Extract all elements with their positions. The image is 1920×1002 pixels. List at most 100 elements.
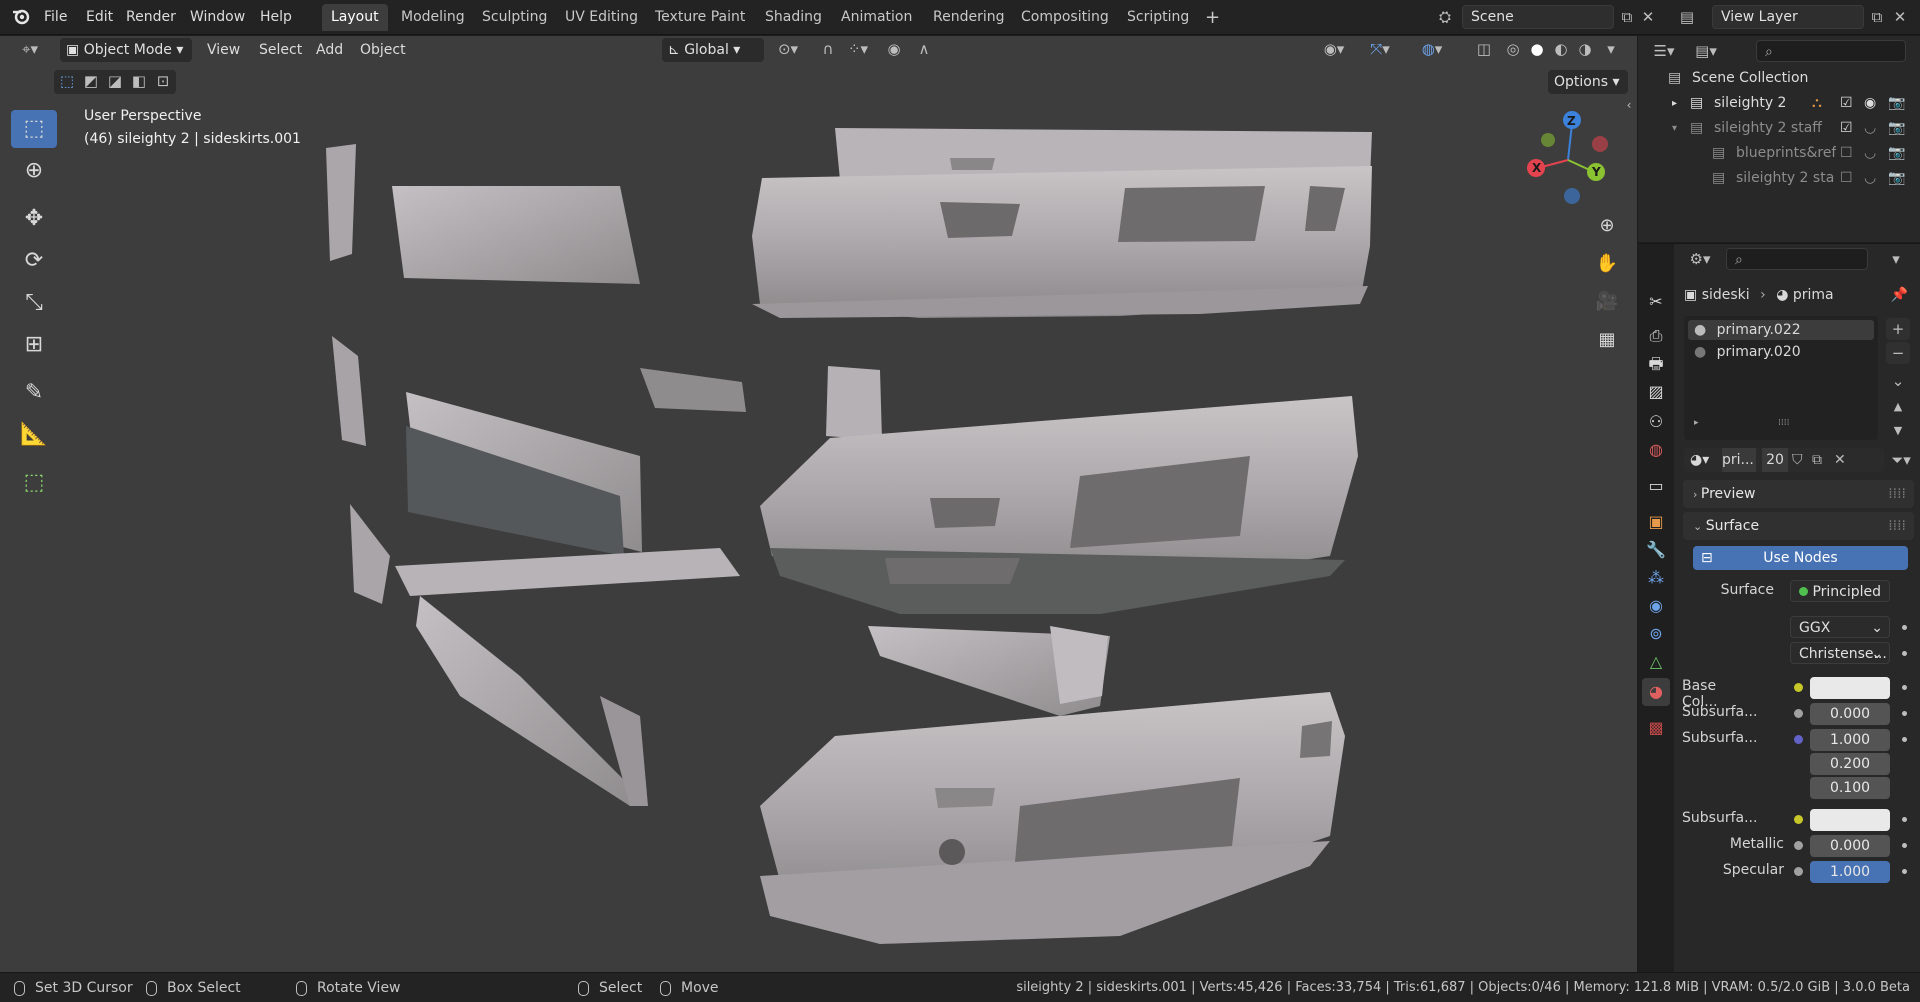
delete-view-layer-icon[interactable]: ✕: [1890, 6, 1910, 28]
outliner-row-scene-collection[interactable]: ▤ Scene Collection: [1638, 66, 1920, 91]
pin-icon[interactable]: 📌: [1891, 284, 1908, 306]
menu-object[interactable]: Object: [353, 39, 413, 61]
scene-icon[interactable]: ⚇: [1642, 408, 1670, 436]
tab-scripting[interactable]: Scripting: [1118, 4, 1198, 31]
expand-arrow-icon[interactable]: ▾: [1672, 116, 1677, 141]
menu-help[interactable]: Help: [252, 6, 300, 29]
tab-compositing[interactable]: Compositing: [1012, 4, 1118, 31]
visibility-icon[interactable]: ◉▾: [1316, 38, 1352, 60]
snap-icon[interactable]: ∩: [816, 38, 840, 60]
falloff-icon[interactable]: ∧: [910, 38, 938, 60]
subsurface-radius-z[interactable]: 0.100: [1810, 777, 1890, 799]
3d-viewport[interactable]: ⌖▾ ▣ Object Mode ▾ View Select Add Objec…: [0, 36, 1637, 972]
surface-panel-header[interactable]: ⌄ Surface ⁞⁞⁞⁞: [1683, 512, 1914, 540]
subsurface-value[interactable]: 0.000: [1810, 703, 1890, 725]
menu-edit[interactable]: Edit: [78, 6, 121, 29]
keyframe-dot-icon[interactable]: [1902, 737, 1907, 742]
collection-tab-icon[interactable]: ▭: [1642, 472, 1670, 500]
new-scene-icon[interactable]: ⧉: [1616, 6, 1638, 28]
tab-shading[interactable]: Shading: [756, 4, 831, 31]
world-icon[interactable]: ◍: [1642, 436, 1670, 464]
object-icon[interactable]: ▣: [1642, 508, 1670, 536]
material-slot-item[interactable]: ● primary.020: [1688, 342, 1874, 362]
pivot-point-icon[interactable]: ⊙▾: [770, 38, 806, 60]
front-bumper-middle[interactable]: [760, 366, 1358, 614]
tab-texture-paint[interactable]: Texture Paint: [646, 4, 754, 31]
preview-panel-header[interactable]: › Preview ⁞⁞⁞⁞: [1683, 480, 1914, 508]
outliner-search-input[interactable]: ⌕: [1756, 40, 1906, 62]
keyframe-dot-icon[interactable]: [1902, 685, 1907, 690]
front-bumper-top[interactable]: [752, 128, 1372, 318]
blender-logo-icon[interactable]: [8, 6, 34, 32]
rendered-shading-icon[interactable]: ◑: [1574, 38, 1596, 60]
zoom-icon[interactable]: ⊕: [1591, 210, 1623, 242]
proportional-edit-icon[interactable]: ◉: [882, 38, 906, 60]
camera-view-icon[interactable]: 🎥: [1591, 286, 1623, 318]
keyframe-dot-icon[interactable]: [1902, 651, 1907, 656]
add-workspace-button[interactable]: +: [1196, 4, 1229, 31]
delete-scene-icon[interactable]: ✕: [1638, 6, 1658, 28]
tab-uv-editing[interactable]: UV Editing: [556, 4, 647, 31]
physics-icon[interactable]: ◉: [1642, 592, 1670, 620]
material-slot-item[interactable]: ● primary.022: [1688, 320, 1874, 340]
exclude-checkbox[interactable]: ☑: [1840, 91, 1853, 116]
resize-grip-icon[interactable]: ⁞⁞⁞⁞: [1778, 418, 1789, 428]
gizmo-toggle-icon[interactable]: ⤧▾: [1360, 38, 1400, 60]
invert-selection-icon[interactable]: ◧: [128, 70, 150, 92]
tool-settings-icon[interactable]: ✂: [1642, 288, 1670, 316]
exclude-checkbox[interactable]: ☐: [1840, 141, 1853, 166]
scene-field[interactable]: Scene: [1462, 5, 1614, 29]
pan-hand-icon[interactable]: ✋: [1591, 248, 1623, 280]
scale-tool[interactable]: ⤡: [11, 284, 57, 322]
modifier-wrench-icon[interactable]: 🔧: [1642, 536, 1670, 564]
unlink-x-icon[interactable]: ✕: [1834, 448, 1846, 472]
menu-add[interactable]: Add: [309, 39, 350, 61]
outliner-row-sileighty-2[interactable]: ▸ ▤ sileighty 2 ⛬ ☑ ◉ 📷: [1638, 91, 1920, 116]
move-down-icon[interactable]: ▼: [1886, 420, 1910, 442]
tab-rendering[interactable]: Rendering: [924, 4, 1014, 31]
material-shading-icon[interactable]: ◐: [1550, 38, 1572, 60]
editor-type-icon[interactable]: ⌖▾: [12, 38, 48, 60]
properties-options-icon[interactable]: ▾: [1884, 248, 1908, 270]
view-layer-icon[interactable]: ▤: [1672, 6, 1702, 28]
expand-arrow-icon[interactable]: ▸: [1672, 91, 1677, 116]
eye-closed-icon[interactable]: ◡: [1864, 116, 1876, 141]
add-cube-tool[interactable]: ⬚: [11, 464, 57, 502]
keyframe-dot-icon[interactable]: [1902, 711, 1907, 716]
navigation-gizmo[interactable]: Z X Y: [1522, 104, 1614, 212]
keyframe-dot-icon[interactable]: [1902, 869, 1907, 874]
eye-closed-icon[interactable]: ◡: [1864, 141, 1876, 166]
solid-shading-icon[interactable]: ●: [1526, 38, 1548, 60]
add-slot-button[interactable]: +: [1886, 318, 1910, 340]
intersect-selection-icon[interactable]: ⊡: [152, 70, 174, 92]
user-count[interactable]: 20: [1762, 448, 1788, 472]
perspective-toggle-icon[interactable]: ▦: [1591, 324, 1623, 356]
properties-search-input[interactable]: ⌕: [1726, 248, 1868, 270]
menu-view[interactable]: View: [200, 39, 247, 61]
transform-orientation-dropdown[interactable]: ⊾ Global ▾: [662, 38, 764, 62]
move-up-icon[interactable]: ▲: [1886, 396, 1910, 418]
metallic-value[interactable]: 0.000: [1810, 835, 1890, 857]
wireframe-shading-icon[interactable]: ◎: [1502, 38, 1524, 60]
measure-tool[interactable]: 📐: [11, 416, 57, 454]
slot-specials-icon[interactable]: ⌄: [1886, 370, 1910, 392]
subsurface-color-swatch[interactable]: [1810, 809, 1890, 831]
fake-user-shield-icon[interactable]: ⛉: [1792, 448, 1803, 472]
annotate-tool[interactable]: ✎: [11, 374, 57, 412]
output-icon[interactable]: 🖶: [1642, 350, 1670, 378]
drag-grip-icon[interactable]: ⁞⁞⁞⁞: [1888, 480, 1906, 508]
material-datablock[interactable]: ◕▾ pri... 20 ⛉ ⧉ ✕: [1684, 448, 1884, 472]
view-layer-tab-icon[interactable]: ▨: [1642, 378, 1670, 406]
subsurface-radius-x[interactable]: 1.000: [1810, 729, 1890, 751]
surface-shader-field[interactable]: Principled ...: [1790, 580, 1890, 622]
keyframe-dot-icon[interactable]: [1902, 843, 1907, 848]
display-mode-icon[interactable]: ▤▾: [1688, 40, 1724, 62]
particles-icon[interactable]: ⁂: [1642, 564, 1670, 592]
menu-select[interactable]: Select: [252, 39, 309, 61]
filter-icon[interactable]: ⏷▾: [1886, 449, 1916, 471]
texture-icon[interactable]: ▩: [1642, 714, 1670, 742]
rotate-tool[interactable]: ⟳: [11, 242, 57, 280]
cursor-tool[interactable]: ⊕: [11, 152, 57, 190]
properties-editor-type-icon[interactable]: ⚙▾: [1682, 248, 1718, 270]
view-layer-field[interactable]: View Layer: [1712, 5, 1864, 29]
